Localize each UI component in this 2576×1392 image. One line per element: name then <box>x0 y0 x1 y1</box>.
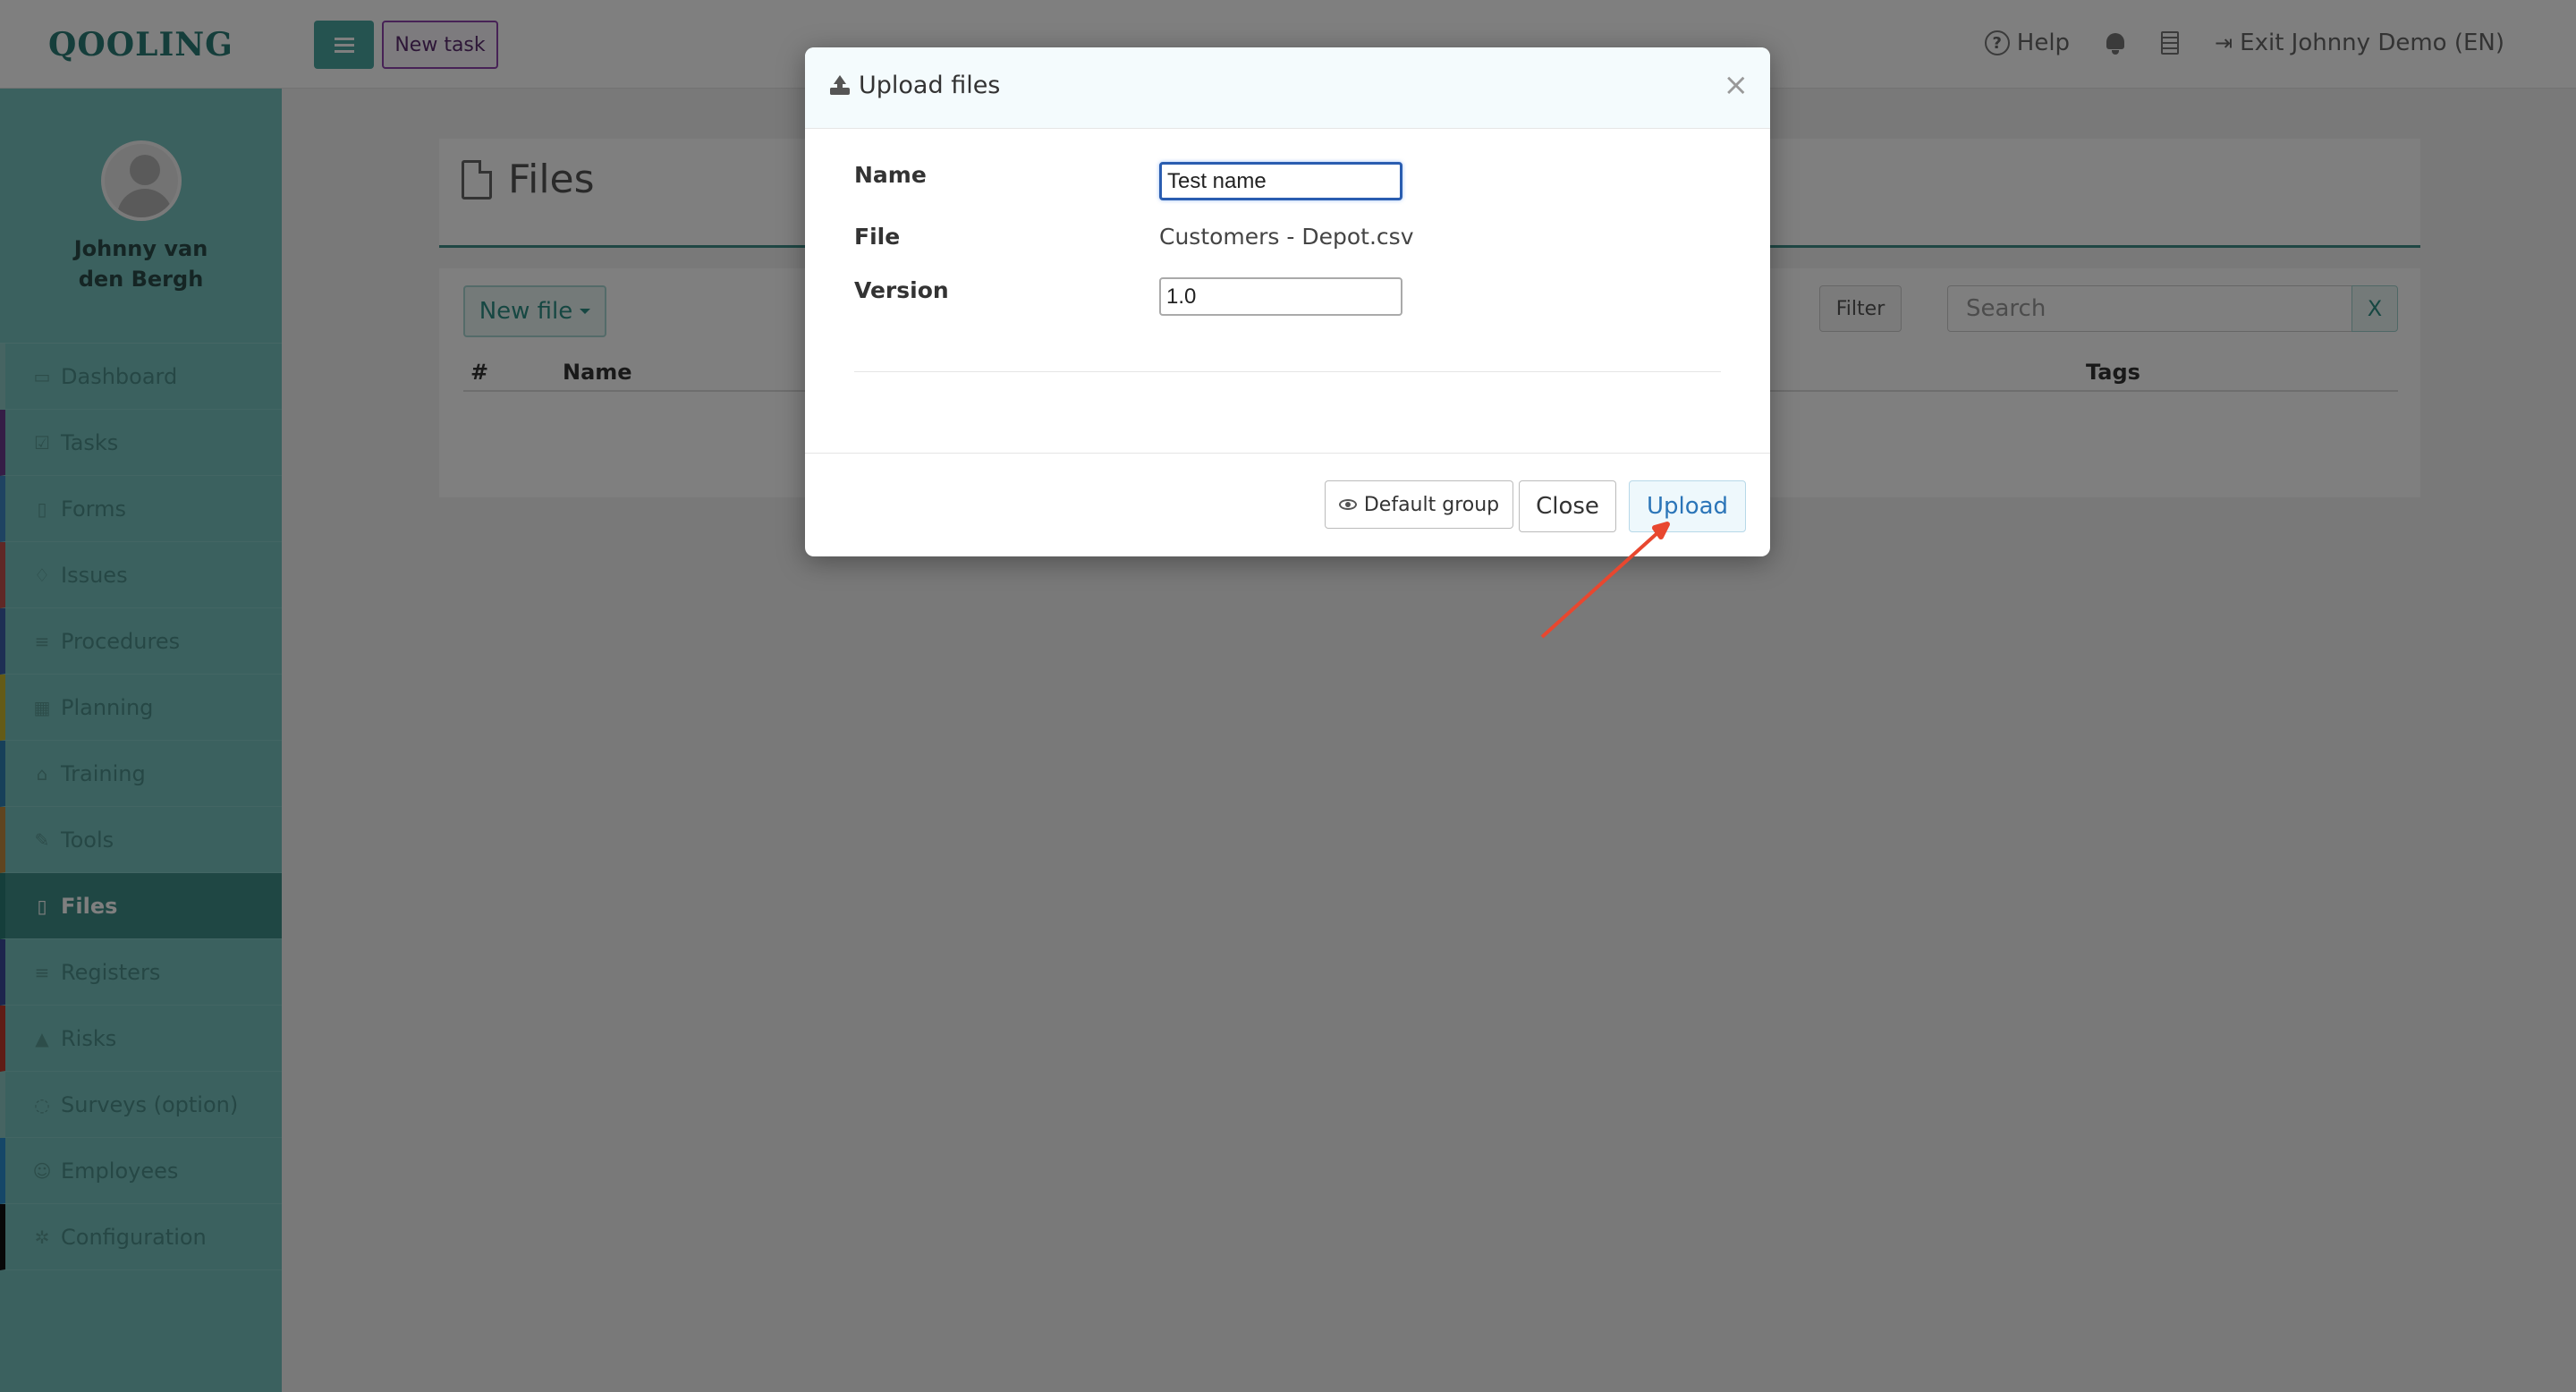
name-input[interactable] <box>1159 162 1402 200</box>
eye-icon <box>1338 499 1357 510</box>
form-divider <box>854 371 1721 372</box>
version-label: Version <box>854 277 949 303</box>
close-icon[interactable]: × <box>1724 67 1750 103</box>
file-label: File <box>854 224 901 250</box>
annotation-arrow-icon <box>1540 522 1670 639</box>
modal-title: Upload files <box>830 72 1000 99</box>
version-input[interactable] <box>1159 277 1402 316</box>
modal-title-text: Upload files <box>859 72 1001 99</box>
modal-header: Upload files × <box>805 47 1770 129</box>
default-group-label: Default group <box>1363 493 1500 516</box>
default-group-button[interactable]: Default group <box>1325 480 1513 529</box>
upload-icon <box>830 74 850 97</box>
file-name: Customers - Depot.csv <box>1159 224 1414 250</box>
name-label: Name <box>854 162 927 188</box>
